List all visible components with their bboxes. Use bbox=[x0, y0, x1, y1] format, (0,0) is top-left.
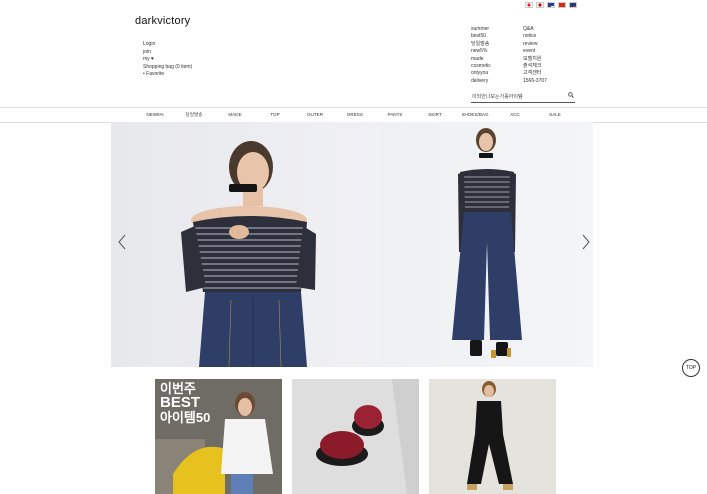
hero-image-left bbox=[111, 122, 378, 367]
model-wide-jeans-image bbox=[452, 128, 522, 358]
menu-item[interactable]: delivery bbox=[471, 78, 491, 85]
flag-taiwan-icon[interactable] bbox=[569, 2, 577, 8]
product-thumb-black-set[interactable] bbox=[429, 379, 556, 494]
language-flags bbox=[525, 2, 577, 8]
flag-korea-icon[interactable] bbox=[525, 2, 533, 8]
site-logo[interactable]: darkvictory bbox=[135, 15, 190, 27]
flag-japan-icon[interactable] bbox=[536, 2, 544, 8]
menu-item[interactable]: Q&A bbox=[523, 26, 547, 33]
menu-item[interactable]: cosmetic bbox=[471, 63, 491, 70]
search-input[interactable]: 이되안나보는가홀아이템 bbox=[471, 90, 575, 103]
nav-made[interactable]: MADE bbox=[228, 112, 241, 117]
flag-china-icon[interactable] bbox=[558, 2, 566, 8]
nav-pants[interactable]: PANTS bbox=[388, 112, 403, 117]
fur-slipper-image bbox=[292, 379, 419, 494]
search-text: 이되안나보는가홀아이템 bbox=[472, 94, 523, 100]
login-link[interactable]: Login bbox=[143, 41, 192, 49]
scroll-to-top-button[interactable]: TOP bbox=[682, 359, 700, 377]
account-links: Login join my ♥ Shopping bag (0 item) • … bbox=[143, 41, 192, 79]
nav-skirt[interactable]: SKIRT bbox=[428, 112, 441, 117]
menu-item[interactable]: best50 bbox=[471, 33, 491, 40]
phone-number: 1566-3707 bbox=[523, 77, 547, 84]
menu-item[interactable]: 당일발송 bbox=[471, 41, 491, 48]
nav-acc[interactable]: ACC bbox=[510, 112, 520, 117]
black-outfit-image bbox=[429, 379, 556, 494]
next-slide-arrow-icon[interactable] bbox=[581, 234, 591, 250]
model-striped-top-image bbox=[181, 141, 316, 367]
nav-same-day[interactable]: 당일발송 bbox=[186, 112, 203, 118]
overlay-line: 아이템50 bbox=[160, 410, 211, 425]
prev-slide-arrow-icon[interactable] bbox=[117, 234, 127, 250]
menu-item[interactable]: 모델지원 bbox=[523, 56, 547, 63]
menu-item[interactable]: summer bbox=[471, 26, 491, 33]
category-nav: NEW5% 당일발송 MADE TOP OUTER DRESS PANTS SK… bbox=[0, 107, 707, 123]
menu-item[interactable]: notice bbox=[523, 33, 547, 40]
flag-usa-icon[interactable] bbox=[547, 2, 555, 8]
favorite-link[interactable]: • Favorite bbox=[143, 71, 192, 79]
menu-item[interactable]: made bbox=[471, 56, 491, 63]
menu-item[interactable]: review bbox=[523, 41, 547, 48]
search-icon[interactable] bbox=[568, 92, 574, 98]
menu-item[interactable]: 고객센터 bbox=[523, 70, 547, 77]
menu-item[interactable]: new5% bbox=[471, 48, 491, 55]
product-thumb-best50[interactable]: 이번주 BEST 아이템50 bbox=[155, 379, 282, 494]
menu-column-2: Q&A notice review event 모델지원 출석체크 고객센터 1… bbox=[523, 26, 547, 85]
menu-item[interactable]: event bbox=[523, 48, 547, 55]
overlay-line: BEST bbox=[160, 394, 201, 411]
join-link[interactable]: join bbox=[143, 49, 192, 57]
product-thumb-fur-slipper[interactable] bbox=[292, 379, 419, 494]
nav-outer[interactable]: OUTER bbox=[307, 112, 323, 117]
hero-image-right bbox=[378, 122, 593, 367]
nav-shoes-bag[interactable]: SHOES/BAG bbox=[461, 112, 488, 117]
best-items-overlay: 이번주 BEST 아이템50 bbox=[160, 382, 210, 424]
hero-slider[interactable] bbox=[111, 122, 593, 367]
nav-new5[interactable]: NEW5% bbox=[146, 112, 163, 117]
menu-column-1: summer best50 당일발송 new5% made cosmetic o… bbox=[471, 26, 491, 85]
nav-top[interactable]: TOP bbox=[270, 112, 279, 117]
shopping-bag-link[interactable]: Shopping bag (0 item) bbox=[143, 64, 192, 72]
nav-sale[interactable]: SALE bbox=[549, 112, 561, 117]
menu-item[interactable]: onlyyou bbox=[471, 70, 491, 77]
nav-dress[interactable]: DRESS bbox=[347, 112, 363, 117]
my-page-link[interactable]: my ♥ bbox=[143, 56, 192, 64]
